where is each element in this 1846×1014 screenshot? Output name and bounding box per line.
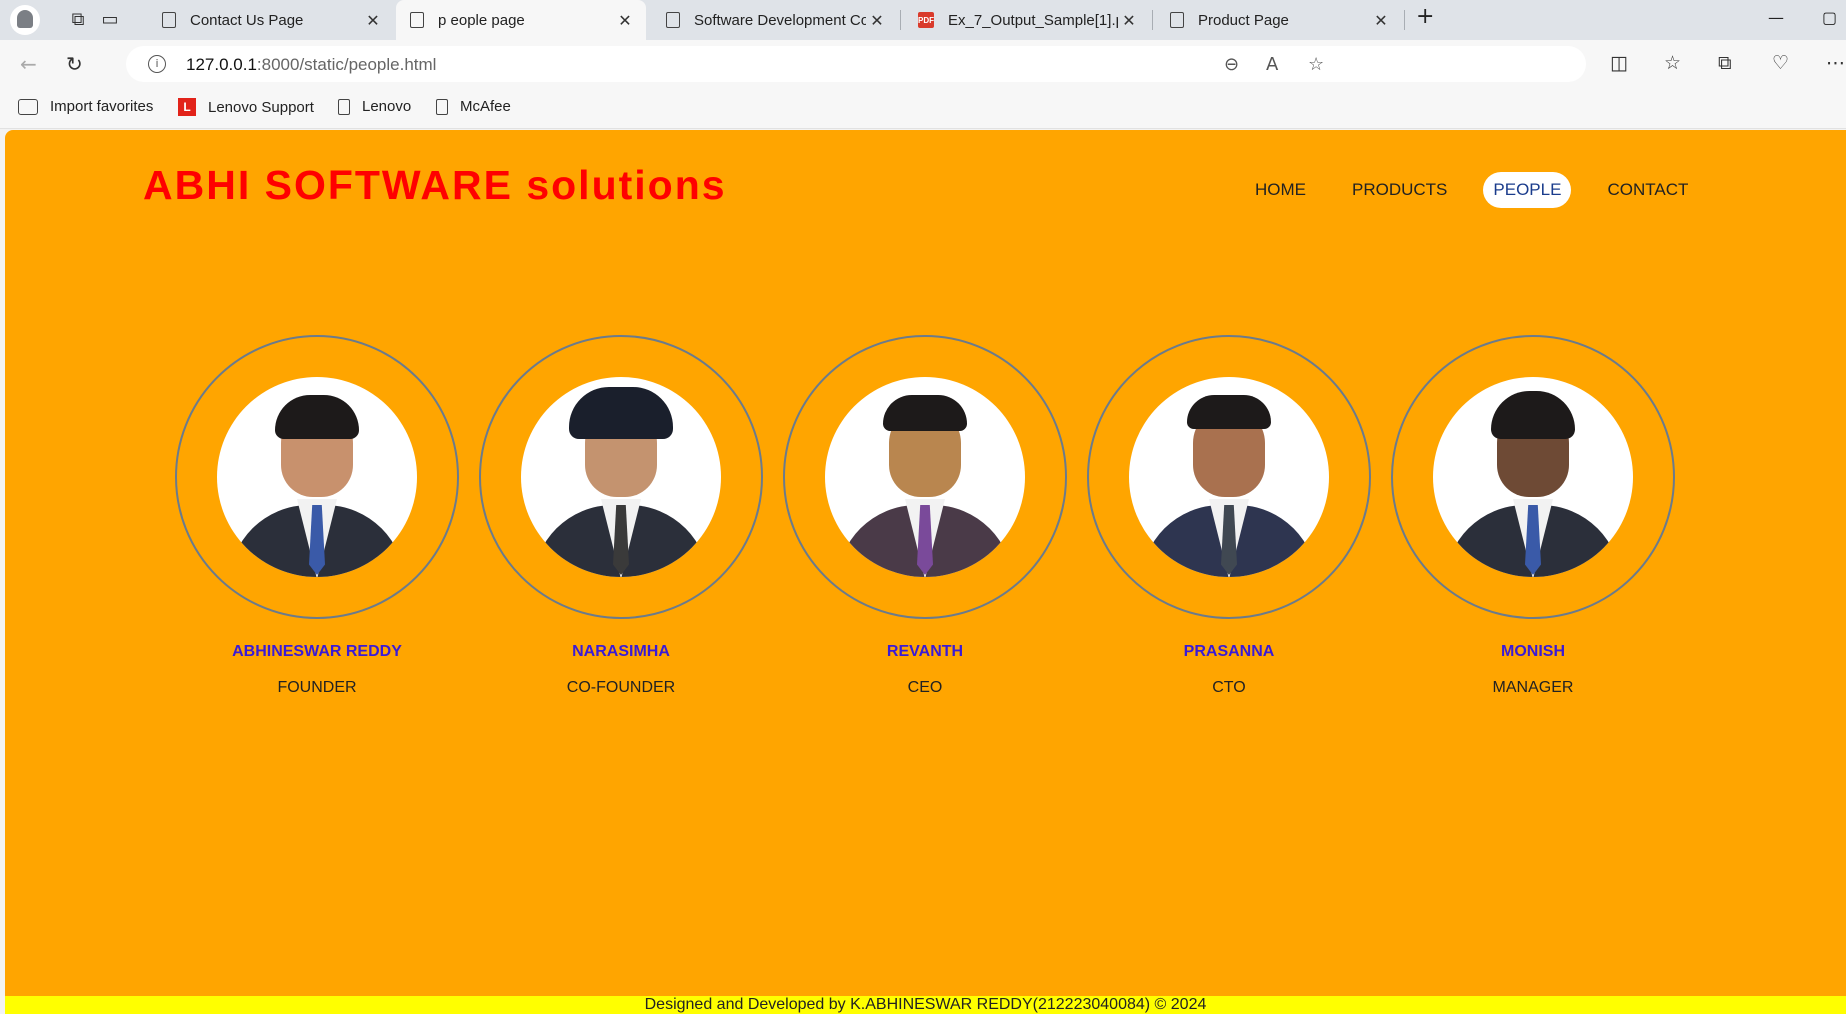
person-name: PRASANNA	[1183, 643, 1275, 660]
tab-pdf[interactable]: PDF Ex_7_Output_Sample[1].pdf ✕	[904, 0, 1150, 40]
person-role: CTO	[1212, 679, 1246, 696]
import-icon	[18, 98, 38, 115]
nav-products[interactable]: PRODUCTS	[1342, 172, 1457, 208]
favorite-label: Import favorites	[50, 98, 154, 115]
avatar-ring	[175, 335, 459, 619]
favorite-mcafee[interactable]: McAfee	[436, 98, 511, 115]
avatar	[1129, 377, 1329, 577]
document-icon	[162, 12, 176, 28]
tab-title: p eople page	[438, 11, 525, 29]
favorite-lenovo-support[interactable]: L Lenovo Support	[178, 98, 314, 116]
document-icon	[338, 98, 350, 115]
tab-separator	[900, 10, 901, 30]
person-card: REVANTH CEO	[783, 335, 1067, 697]
avatar	[217, 377, 417, 577]
tab-product[interactable]: Product Page ✕	[1156, 0, 1402, 40]
nav-home[interactable]: HOME	[1245, 172, 1316, 208]
hair	[1491, 391, 1575, 439]
url-text[interactable]: 127.0.0.1:8000/static/people.html	[186, 55, 436, 75]
document-icon	[436, 98, 448, 115]
person-name: REVANTH	[886, 643, 964, 660]
collections-icon[interactable]: ⧉	[1718, 52, 1732, 74]
person-name: MONISH	[1501, 643, 1565, 660]
avatar	[1433, 377, 1633, 577]
url-host: 127.0.0.1	[186, 55, 257, 74]
person-card: NARASIMHA CO-FOUNDER	[479, 335, 763, 697]
pdf-icon: PDF	[918, 12, 934, 28]
maximize-icon[interactable]: ▢	[1822, 8, 1837, 27]
person-card: MONISH MANAGER	[1391, 335, 1675, 697]
avatar-ring	[783, 335, 1067, 619]
url-path: :8000/static/people.html	[256, 55, 437, 74]
tab-title: Product Page	[1198, 11, 1289, 29]
lenovo-icon: L	[178, 98, 196, 116]
page-viewport: ABHI SOFTWARE solutions HOME PRODUCTS PE…	[5, 130, 1846, 1014]
document-icon	[410, 12, 424, 28]
footer: Designed and Developed by K.ABHINESWAR R…	[5, 996, 1846, 1014]
main-nav: HOME PRODUCTS PEOPLE CONTACT	[1245, 172, 1698, 208]
address-bar: ← ↻ i 127.0.0.1:8000/static/people.html …	[0, 40, 1846, 88]
favorite-star-icon[interactable]: ☆	[1308, 54, 1324, 75]
close-icon[interactable]: ✕	[866, 11, 888, 30]
avatar-ring	[479, 335, 763, 619]
hair	[883, 395, 967, 431]
workspaces-icon[interactable]: ⧉	[66, 8, 90, 32]
document-icon	[666, 12, 680, 28]
brand-logo-text[interactable]: ABHI SOFTWARE solutions	[143, 162, 727, 209]
person-name: ABHINESWAR REDDY	[232, 643, 402, 660]
hair	[569, 387, 673, 439]
hair	[275, 395, 359, 439]
tab-contact[interactable]: Contact Us Page ✕	[148, 0, 394, 40]
tab-title: Contact Us Page	[190, 11, 304, 29]
favorites-bar: Import favorites L Lenovo Support Lenovo…	[0, 88, 1846, 129]
read-aloud-icon[interactable]: A	[1266, 54, 1278, 75]
person-card: PRASANNA CTO	[1087, 335, 1371, 697]
close-icon[interactable]: ✕	[1118, 11, 1140, 30]
nav-contact[interactable]: CONTACT	[1597, 172, 1698, 208]
tab-actions-icon[interactable]: ▭	[98, 8, 122, 32]
tab-separator	[1152, 10, 1153, 30]
minimize-icon[interactable]: —	[1768, 8, 1784, 27]
person-role: FOUNDER	[277, 679, 357, 696]
person-role: MANAGER	[1492, 679, 1574, 696]
avatar	[521, 377, 721, 577]
close-icon[interactable]: ✕	[362, 11, 384, 30]
tab-people[interactable]: p eople page ✕	[396, 0, 646, 40]
browser-essentials-icon[interactable]: ♡	[1772, 52, 1789, 74]
person-role: CO-FOUNDER	[566, 679, 676, 696]
favorite-label: McAfee	[460, 98, 511, 115]
refresh-icon[interactable]: ↻	[66, 52, 83, 76]
person-role: CEO	[907, 679, 943, 696]
back-arrow-icon[interactable]: ←	[20, 52, 37, 76]
person-name: NARASIMHA	[572, 643, 670, 660]
hair	[1187, 395, 1271, 429]
avatar	[825, 377, 1025, 577]
more-menu-icon[interactable]: ⋯	[1826, 52, 1845, 74]
close-icon[interactable]: ✕	[1370, 11, 1392, 30]
profile-avatar-icon[interactable]	[10, 5, 40, 35]
zoom-out-icon[interactable]: ⊖	[1224, 54, 1239, 75]
favorite-import[interactable]: Import favorites	[18, 98, 153, 115]
url-field[interactable]: i 127.0.0.1:8000/static/people.html ⊖ A …	[126, 46, 1586, 82]
tab-software[interactable]: Software Development Company ✕	[652, 0, 898, 40]
favorite-lenovo[interactable]: Lenovo	[338, 98, 411, 115]
tab-bar: ⧉ ▭ Contact Us Page ✕ p eople page ✕ Sof…	[0, 0, 1846, 40]
avatar-ring	[1391, 335, 1675, 619]
split-screen-icon[interactable]: ◫	[1610, 52, 1628, 74]
tab-title: Software Development Company	[694, 11, 866, 29]
info-icon[interactable]: i	[148, 55, 166, 73]
avatar-ring	[1087, 335, 1371, 619]
document-icon	[1170, 12, 1184, 28]
new-tab-button[interactable]: +	[1416, 4, 1434, 29]
favorites-icon[interactable]: ☆	[1664, 52, 1681, 74]
close-icon[interactable]: ✕	[614, 11, 636, 30]
tab-separator	[1404, 10, 1405, 30]
tab-title: Ex_7_Output_Sample[1].pdf	[948, 11, 1118, 29]
nav-people[interactable]: PEOPLE	[1483, 172, 1572, 208]
favorite-label: Lenovo	[362, 98, 412, 115]
favorite-label: Lenovo Support	[208, 98, 314, 116]
person-card: ABHINESWAR REDDY FOUNDER	[175, 335, 459, 697]
